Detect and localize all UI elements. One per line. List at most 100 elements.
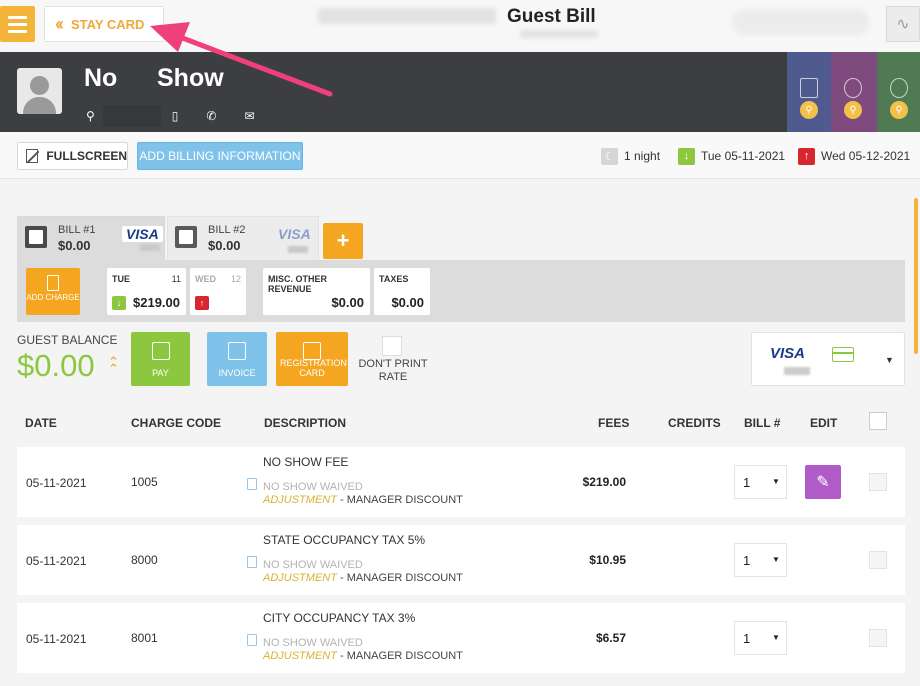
search-icon: ⚲ xyxy=(800,101,818,119)
departure-date: Wed 05-12-2021 xyxy=(821,149,911,163)
row-fee: $219.00 xyxy=(582,475,626,489)
wallet-icon xyxy=(151,342,170,360)
blurred-hotel-name xyxy=(318,8,496,24)
email-icon[interactable]: ✉ xyxy=(244,109,254,123)
blurred-search xyxy=(732,9,870,35)
stay-card-button[interactable]: ‹‹ STAY CARD xyxy=(44,6,164,42)
row-fee: $10.95 xyxy=(589,553,626,567)
bill-tab-2[interactable]: BILL #2 $0.00 VISA xyxy=(167,216,319,262)
row-waived-note: NO SHOW WAIVED xyxy=(263,559,363,571)
bill-name: BILL #1 xyxy=(58,224,96,236)
row-checkbox[interactable] xyxy=(869,473,887,491)
row-checkbox[interactable] xyxy=(869,551,887,569)
note-icon[interactable] xyxy=(247,556,257,568)
dont-print-rate-checkbox[interactable] xyxy=(382,336,402,356)
visa-icon: VISA xyxy=(770,345,806,362)
header-fees: FEES xyxy=(598,416,630,430)
header-credits: CREDITS xyxy=(668,416,721,430)
adjustment-note: - MANAGER DISCOUNT xyxy=(340,494,463,506)
avatar-head xyxy=(30,76,49,95)
dont-print-rate-label: DON'T PRINT RATE xyxy=(358,358,428,383)
hamburger-menu-button[interactable] xyxy=(0,6,35,42)
edit-button[interactable]: ✎ xyxy=(805,465,841,499)
bill-number-select[interactable]: 1 ▼ xyxy=(734,465,787,499)
search-icon: ⚲ xyxy=(890,101,908,119)
row-charge-code: 8000 xyxy=(131,553,158,567)
search-icon: ⚲ xyxy=(844,101,862,119)
credit-card-icon xyxy=(832,347,854,362)
row-waived-note: NO SHOW WAIVED xyxy=(263,481,363,493)
add-billing-information-button[interactable]: ADD BILLING INFORMATION xyxy=(137,142,303,170)
note-icon[interactable] xyxy=(247,478,257,490)
guest-header: No Show ⚲ ▯ ✆ ✉ xyxy=(0,52,920,132)
row-charge-code: 8001 xyxy=(131,631,158,645)
bill-icon xyxy=(175,226,197,248)
guest-tile-loyalty[interactable]: ⚲ xyxy=(877,52,920,132)
double-chevron-left-icon: ‹‹ xyxy=(55,13,64,34)
caret-down-icon: ▼ xyxy=(772,555,780,564)
charge-panel: ADD CHARGE TUE 11 ↓ $219.00 WED 12 ↑ MIS… xyxy=(17,260,905,322)
fullscreen-button[interactable]: FULLSCREEN xyxy=(17,142,128,170)
activity-icon: ∿ xyxy=(896,16,910,33)
add-charge-label: ADD CHARGE xyxy=(26,293,80,302)
misc-revenue-card[interactable]: MISC. OTHER REVENUE $0.00 xyxy=(263,268,370,315)
add-bill-button[interactable]: + xyxy=(323,223,363,259)
scrollbar[interactable] xyxy=(914,198,918,354)
pay-button[interactable]: PAY xyxy=(131,332,190,386)
row-description: NO SHOW FEE xyxy=(263,455,349,469)
departure-arrow-icon: ↑ xyxy=(798,147,815,165)
row-date: 05-11-2021 xyxy=(26,632,87,646)
departure-arrow-icon: ↑ xyxy=(195,296,209,310)
guest-tile-hotel[interactable]: ⚲ xyxy=(787,52,831,132)
avatar-body xyxy=(23,97,56,114)
phone-icon[interactable]: ✆ xyxy=(206,109,216,123)
adjustment-label: ADJUSTMENT xyxy=(263,572,337,584)
card-digits-blur xyxy=(140,244,160,251)
fullscreen-label: FULLSCREEN xyxy=(46,149,127,163)
adjustment-note: - MANAGER DISCOUNT xyxy=(340,650,463,662)
row-waived-note: NO SHOW WAIVED xyxy=(263,637,363,649)
location-icon[interactable]: ⚲ xyxy=(86,109,95,123)
day-label: TUE xyxy=(112,274,130,284)
row-description: STATE OCCUPANCY TAX 5% xyxy=(263,533,426,547)
taxes-amount: $0.00 xyxy=(391,295,424,310)
add-charge-button[interactable]: ADD CHARGE xyxy=(26,268,80,315)
globe-icon xyxy=(844,78,862,98)
bill-tab-1[interactable]: BILL #1 $0.00 VISA xyxy=(17,216,165,262)
day-card-wed[interactable]: WED 12 ↑ xyxy=(190,268,246,315)
header-date: DATE xyxy=(25,416,57,430)
bill-number-value: 1 xyxy=(743,553,751,568)
invoice-button[interactable]: INVOICE xyxy=(207,332,267,386)
activity-button[interactable]: ∿ xyxy=(886,6,920,42)
note-icon[interactable] xyxy=(247,634,257,646)
select-all-checkbox[interactable] xyxy=(869,412,887,430)
taxes-card[interactable]: TAXES $0.00 xyxy=(374,268,430,315)
table-row: 05-11-2021 1005 NO SHOW FEE NO SHOW WAIV… xyxy=(17,447,905,517)
caret-down-icon: ▼ xyxy=(772,633,780,642)
bill-amount: $0.00 xyxy=(208,238,241,253)
row-checkbox[interactable] xyxy=(869,629,887,647)
day-card-tue[interactable]: TUE 11 ↓ $219.00 xyxy=(107,268,186,315)
registration-card-button[interactable]: REGISTRATION CARD xyxy=(276,332,348,386)
hamburger-icon-line xyxy=(8,23,27,26)
building-icon xyxy=(800,78,818,98)
row-adjustment: ADJUSTMENT - MANAGER DISCOUNT xyxy=(263,572,463,584)
mobile-icon[interactable]: ▯ xyxy=(172,109,179,123)
table-row: 05-11-2021 8000 STATE OCCUPANCY TAX 5% N… xyxy=(17,525,905,595)
card-digits-blur xyxy=(784,367,810,375)
arrival-info: ↓ Tue 05-11-2021 xyxy=(678,146,785,166)
payment-card-select[interactable]: VISA ▼ xyxy=(751,332,905,386)
nights-info: ☾ 1 night xyxy=(601,146,660,166)
header-charge-code: CHARGE CODE xyxy=(131,416,222,430)
chevron-up-icon[interactable]: ⌃ ⌃ xyxy=(108,355,119,375)
misc-amount: $0.00 xyxy=(331,295,364,310)
card-digits-blur xyxy=(288,246,308,253)
visa-icon: VISA xyxy=(278,226,311,242)
bill-number-select[interactable]: 1 ▼ xyxy=(734,621,787,655)
stay-card-label: STAY CARD xyxy=(71,16,145,32)
contact-icons: ⚲ ▯ ✆ ✉ xyxy=(86,104,255,128)
registration-label: REGISTRATION CARD xyxy=(280,358,347,378)
guest-tile-web[interactable]: ⚲ xyxy=(831,52,877,132)
transactions-table-header: DATE CHARGE CODE DESCRIPTION FEES CREDIT… xyxy=(17,410,905,436)
bill-number-select[interactable]: 1 ▼ xyxy=(734,543,787,577)
